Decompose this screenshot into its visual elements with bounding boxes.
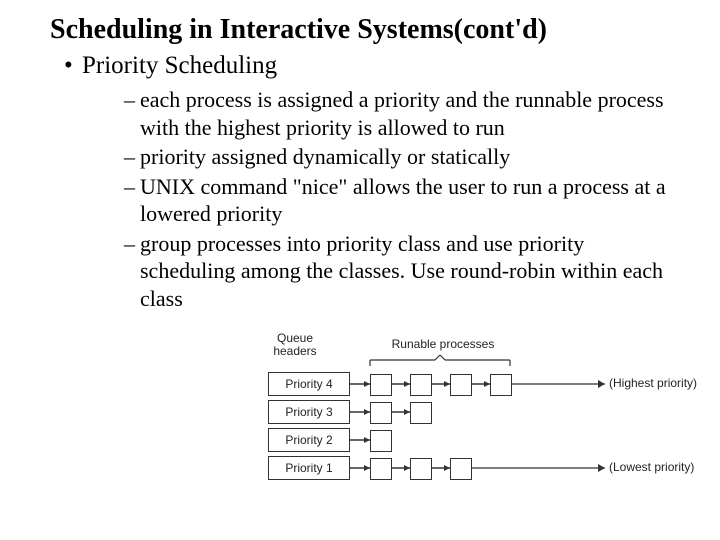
process-box — [370, 458, 392, 480]
dash-item: – each process is assigned a priority an… — [124, 86, 670, 141]
priority-box: Priority 1 — [268, 456, 350, 480]
process-box — [490, 374, 512, 396]
dash-text: each process is assigned a priority and … — [140, 86, 670, 141]
dash-list: – each process is assigned a priority an… — [124, 86, 670, 312]
process-box — [410, 402, 432, 424]
bullet-dot-icon: • — [64, 52, 82, 80]
process-box — [370, 402, 392, 424]
dash-text: group processes into priority class and … — [140, 230, 670, 313]
process-box — [370, 374, 392, 396]
process-box — [370, 430, 392, 452]
bullet-text: Priority Scheduling — [82, 52, 277, 80]
priority-label: Priority 4 — [285, 377, 332, 391]
slide-title: Scheduling in Interactive Systems(cont'd… — [50, 14, 700, 46]
process-box — [410, 374, 432, 396]
dash-icon: – — [124, 173, 140, 201]
priority-box: Priority 4 — [268, 372, 350, 396]
priority-box: Priority 3 — [268, 400, 350, 424]
dash-item: – group processes into priority class an… — [124, 230, 670, 313]
process-box — [410, 458, 432, 480]
dash-icon: – — [124, 143, 140, 171]
priority-label: Priority 3 — [285, 405, 332, 419]
dash-icon: – — [124, 86, 140, 114]
dash-item: – priority assigned dynamically or stati… — [124, 143, 670, 171]
bullet-item: • Priority Scheduling — [64, 52, 700, 80]
highest-priority-label: (Highest priority) — [609, 377, 709, 390]
runable-processes-label: Runable processes — [383, 338, 503, 351]
process-box — [450, 458, 472, 480]
priority-label: Priority 1 — [285, 461, 332, 475]
lowest-priority-label: (Lowest priority) — [609, 461, 709, 474]
dash-text: UNIX command "nice" allows the user to r… — [140, 173, 670, 228]
slide: Scheduling in Interactive Systems(cont'd… — [0, 0, 720, 540]
queue-headers-label: Queueheaders — [255, 332, 335, 358]
priority-label: Priority 2 — [285, 433, 332, 447]
priority-box: Priority 2 — [268, 428, 350, 452]
dash-text: priority assigned dynamically or statica… — [140, 143, 510, 171]
process-box — [450, 374, 472, 396]
dash-icon: – — [124, 230, 140, 258]
priority-diagram: Queueheaders Runable processes Priority … — [235, 330, 705, 530]
dash-item: – UNIX command "nice" allows the user to… — [124, 173, 670, 228]
